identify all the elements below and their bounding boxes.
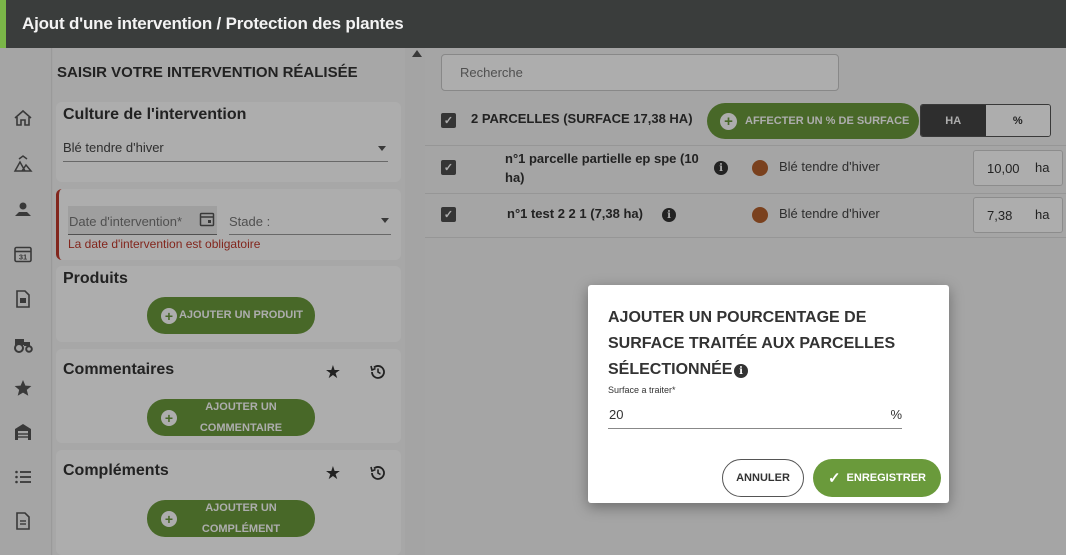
info-icon[interactable]: i bbox=[734, 364, 748, 378]
app-header: Ajout d'une intervention / Protection de… bbox=[0, 0, 1066, 48]
header-accent-bar bbox=[0, 0, 6, 48]
surface-percentage-input[interactable]: 20 % bbox=[608, 403, 902, 429]
percentage-dialog: AJOUTER UN POURCENTAGE DE SURFACE TRAITÉ… bbox=[588, 285, 949, 503]
surface-percentage-value: 20 bbox=[609, 407, 624, 422]
save-button-label: ENREGISTRER bbox=[846, 472, 927, 484]
surface-percentage-unit: % bbox=[890, 407, 902, 422]
dialog-title: AJOUTER UN POURCENTAGE DE SURFACE TRAITÉ… bbox=[608, 309, 896, 378]
page-title: Ajout d'une intervention / Protection de… bbox=[22, 14, 404, 33]
save-button[interactable]: ✓ ENREGISTRER bbox=[813, 459, 941, 497]
check-icon: ✓ bbox=[827, 470, 841, 487]
cancel-button[interactable]: ANNULER bbox=[722, 459, 804, 497]
surface-field-label: Surface a traiter* bbox=[608, 385, 676, 395]
